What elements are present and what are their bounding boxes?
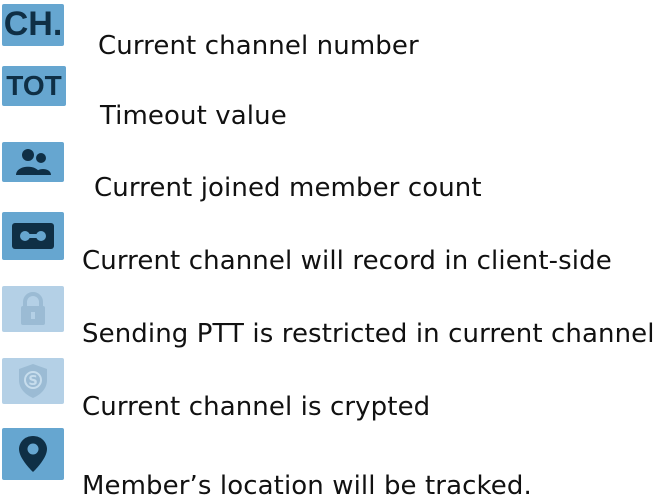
channel-number-icon-text: CH. (3, 5, 63, 43)
legend-label-location: Member’s location will be tracked. (82, 471, 532, 501)
members-icon-glyph (16, 149, 51, 175)
lock-icon (2, 286, 64, 332)
record-icon (2, 212, 64, 260)
timeout-icon-text: TOT (6, 70, 62, 101)
legend-label-crypted: Current channel is crypted (82, 392, 431, 422)
legend-label-timeout: Timeout value (100, 101, 287, 131)
svg-text:S: S (28, 374, 37, 389)
legend-label-record: Current channel will record in client-si… (82, 246, 612, 276)
members-icon (2, 142, 64, 182)
legend-label-ptt-restricted: Sending PTT is restricted in current cha… (82, 319, 655, 349)
timeout-icon: TOT (2, 66, 66, 106)
icon-legend: { "legend": { "items": [ { "icon": "chan… (0, 0, 666, 504)
location-pin-icon (2, 428, 64, 480)
legend-label-member-count: Current joined member count (94, 173, 482, 203)
shield-icon-glyph: S (19, 364, 47, 398)
record-icon-glyph (12, 223, 54, 249)
channel-number-icon: CH. (2, 4, 64, 46)
location-pin-icon-glyph (19, 436, 47, 472)
shield-icon: S (2, 358, 64, 404)
legend-label-channel-number: Current channel number (98, 31, 419, 61)
lock-icon-glyph (21, 292, 45, 325)
